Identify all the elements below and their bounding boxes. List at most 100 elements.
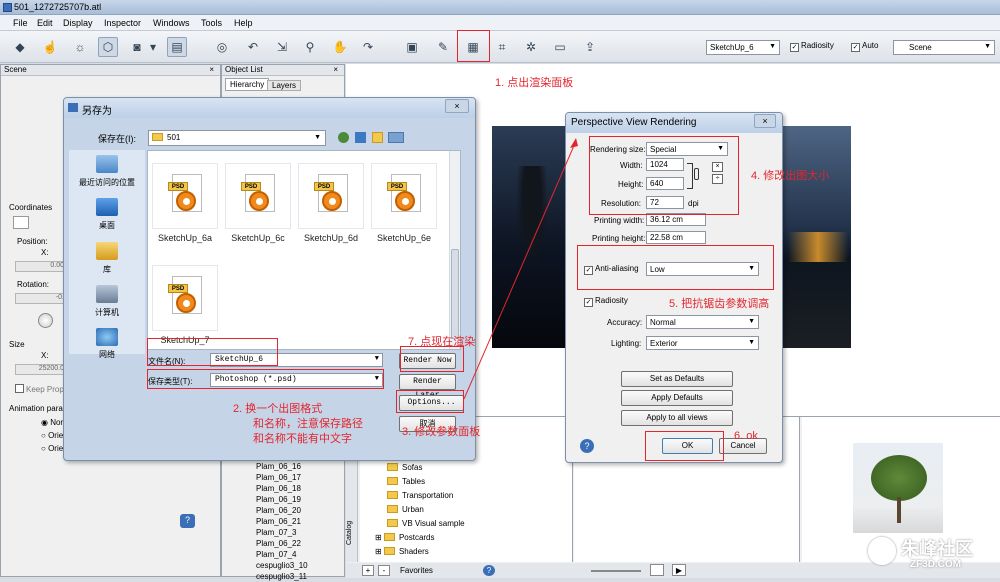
- hand-icon[interactable]: ✋: [330, 37, 350, 57]
- window-icon[interactable]: ▭: [550, 37, 570, 57]
- recent-places-icon[interactable]: [96, 155, 118, 173]
- play-icon[interactable]: ▶: [672, 564, 686, 576]
- catalog-item-sofas[interactable]: Sofas: [387, 461, 465, 475]
- cube-icon[interactable]: ⬡: [98, 37, 118, 57]
- gear-icon[interactable]: ✲: [521, 37, 541, 57]
- favorites-label[interactable]: Favorites: [400, 566, 433, 575]
- frame-icon[interactable]: ▣: [402, 37, 422, 57]
- render-later-button[interactable]: Render Later: [399, 374, 456, 400]
- rotation-x-field[interactable]: -0.: [15, 293, 67, 304]
- save-in-select[interactable]: 501 ▼: [148, 130, 326, 146]
- tree-item[interactable]: Plam_06_22: [256, 538, 308, 549]
- size-x-field[interactable]: 25200.0: [15, 364, 67, 375]
- export-icon[interactable]: ⇪: [580, 37, 600, 57]
- tree-item[interactable]: Plam_06_21: [256, 516, 308, 527]
- tree-item[interactable]: Plam_07_3: [256, 527, 308, 538]
- place-network-label[interactable]: 网络: [72, 349, 142, 360]
- file-name-6c[interactable]: SketchUp_6c: [218, 233, 298, 243]
- paint-bucket-icon[interactable]: ◆: [10, 37, 30, 57]
- menu-tools[interactable]: Tools: [201, 18, 222, 28]
- menu-file[interactable]: File: [13, 18, 28, 28]
- document-icon[interactable]: ▤: [167, 37, 187, 57]
- close-icon[interactable]: ×: [754, 114, 776, 128]
- file-name-6a[interactable]: SketchUp_6a: [145, 233, 225, 243]
- lock-icon[interactable]: [13, 216, 29, 229]
- camera-icon[interactable]: ◙: [127, 37, 147, 57]
- zoom-icon[interactable]: ⚲: [300, 37, 320, 57]
- file-item-6a[interactable]: PSD: [152, 163, 218, 229]
- menu-inspector[interactable]: Inspector: [104, 18, 141, 28]
- position-x-field[interactable]: 0.00: [15, 261, 67, 272]
- close-icon[interactable]: ×: [333, 65, 338, 74]
- rotation-dial[interactable]: [38, 313, 53, 328]
- back-icon[interactable]: [338, 132, 349, 143]
- tree-item[interactable]: cespuglio3_10: [256, 560, 308, 571]
- accuracy-select[interactable]: Normal ▼: [646, 315, 759, 329]
- help-icon[interactable]: ?: [483, 565, 495, 576]
- zoom-slider[interactable]: [591, 570, 641, 572]
- tree-item[interactable]: Plam_06_19: [256, 494, 308, 505]
- new-folder-icon[interactable]: [372, 132, 383, 143]
- catalog-item-shaders[interactable]: ⊞ Shaders: [375, 545, 465, 559]
- menu-edit[interactable]: Edit: [37, 18, 53, 28]
- place-recent-label[interactable]: 最近访问的位置: [72, 177, 142, 188]
- auto-toggle[interactable]: ✓ Auto: [851, 41, 878, 52]
- file-list-scrollbar[interactable]: [449, 151, 460, 349]
- place-computer-label[interactable]: 计算机: [72, 307, 142, 318]
- file-item-7[interactable]: PSD: [152, 265, 218, 331]
- close-icon[interactable]: ×: [445, 99, 469, 113]
- close-icon[interactable]: ×: [209, 65, 214, 74]
- tree-item[interactable]: Plam_06_16: [256, 461, 308, 472]
- file-item-6c[interactable]: PSD: [225, 163, 291, 229]
- keep-proportions-checkbox[interactable]: Keep Propo: [15, 384, 68, 394]
- computer-icon[interactable]: [96, 285, 118, 303]
- menu-display[interactable]: Display: [63, 18, 93, 28]
- tab-layers[interactable]: Layers: [267, 80, 302, 91]
- lighting-select[interactable]: Exterior ▼: [646, 336, 759, 350]
- place-library-label[interactable]: 库: [72, 264, 142, 275]
- sun-icon[interactable]: ☼: [70, 37, 90, 57]
- catalog-item-transportation[interactable]: Transportation: [387, 489, 465, 503]
- tree-item[interactable]: Plam_06_20: [256, 505, 308, 516]
- catalog-item-vb-visual-sample[interactable]: VB Visual sample: [387, 517, 465, 531]
- walk-icon[interactable]: ⇲: [272, 37, 292, 57]
- file-item-6e[interactable]: PSD: [371, 163, 437, 229]
- view-menu-icon[interactable]: [388, 132, 404, 143]
- library-icon[interactable]: [96, 242, 118, 260]
- menu-windows[interactable]: Windows: [153, 18, 190, 28]
- set-as-defaults-button[interactable]: Set as Defaults: [621, 371, 733, 387]
- radio-option-3[interactable]: ○ Orie: [41, 444, 63, 453]
- add-icon[interactable]: +: [362, 565, 374, 576]
- up-folder-icon[interactable]: [355, 132, 366, 143]
- camera-select[interactable]: SketchUp_6 ▼: [706, 40, 780, 55]
- apply-defaults-button[interactable]: Apply Defaults: [621, 390, 733, 406]
- palette-icon[interactable]: ✎: [433, 37, 453, 57]
- network-icon[interactable]: [96, 328, 118, 346]
- pointer-icon[interactable]: ☝: [40, 37, 60, 57]
- scrollbar-thumb[interactable]: [451, 249, 459, 339]
- tree-item[interactable]: Plam_06_18: [256, 483, 308, 494]
- help-icon[interactable]: ?: [180, 514, 195, 528]
- radio-option-2[interactable]: ○ Orie: [41, 431, 63, 440]
- tab-hierarchy[interactable]: Hierarchy: [225, 78, 270, 91]
- catalog-item-urban[interactable]: Urban: [387, 503, 465, 517]
- tree-item[interactable]: Plam_06_17: [256, 472, 308, 483]
- radiosity-toggle[interactable]: ✓ Radiosity: [790, 41, 834, 52]
- help-icon[interactable]: ?: [580, 439, 594, 453]
- scene-select[interactable]: Scene ▼: [893, 40, 995, 55]
- redo-icon[interactable]: ↷: [358, 37, 378, 57]
- desktop-icon[interactable]: [96, 198, 118, 216]
- view-grid-icon[interactable]: [650, 564, 664, 576]
- file-name-6d[interactable]: SketchUp_6d: [291, 233, 371, 243]
- orbit-icon[interactable]: ◎: [212, 37, 232, 57]
- file-list[interactable]: PSD SketchUp_6a PSD SketchUp_6c PSD Sket…: [147, 150, 461, 350]
- tree-item[interactable]: Plam_07_4: [256, 549, 308, 560]
- catalog-item-tables[interactable]: Tables: [387, 475, 465, 489]
- chevron-down-icon[interactable]: ▾: [147, 37, 159, 57]
- file-name-6e[interactable]: SketchUp_6e: [364, 233, 444, 243]
- remove-icon[interactable]: -: [378, 565, 390, 576]
- crop-icon[interactable]: ⌗: [492, 37, 512, 57]
- catalog-item-postcards[interactable]: ⊞ Postcards: [375, 531, 465, 545]
- undo-icon[interactable]: ↶: [243, 37, 263, 57]
- place-desktop-label[interactable]: 桌面: [72, 220, 142, 231]
